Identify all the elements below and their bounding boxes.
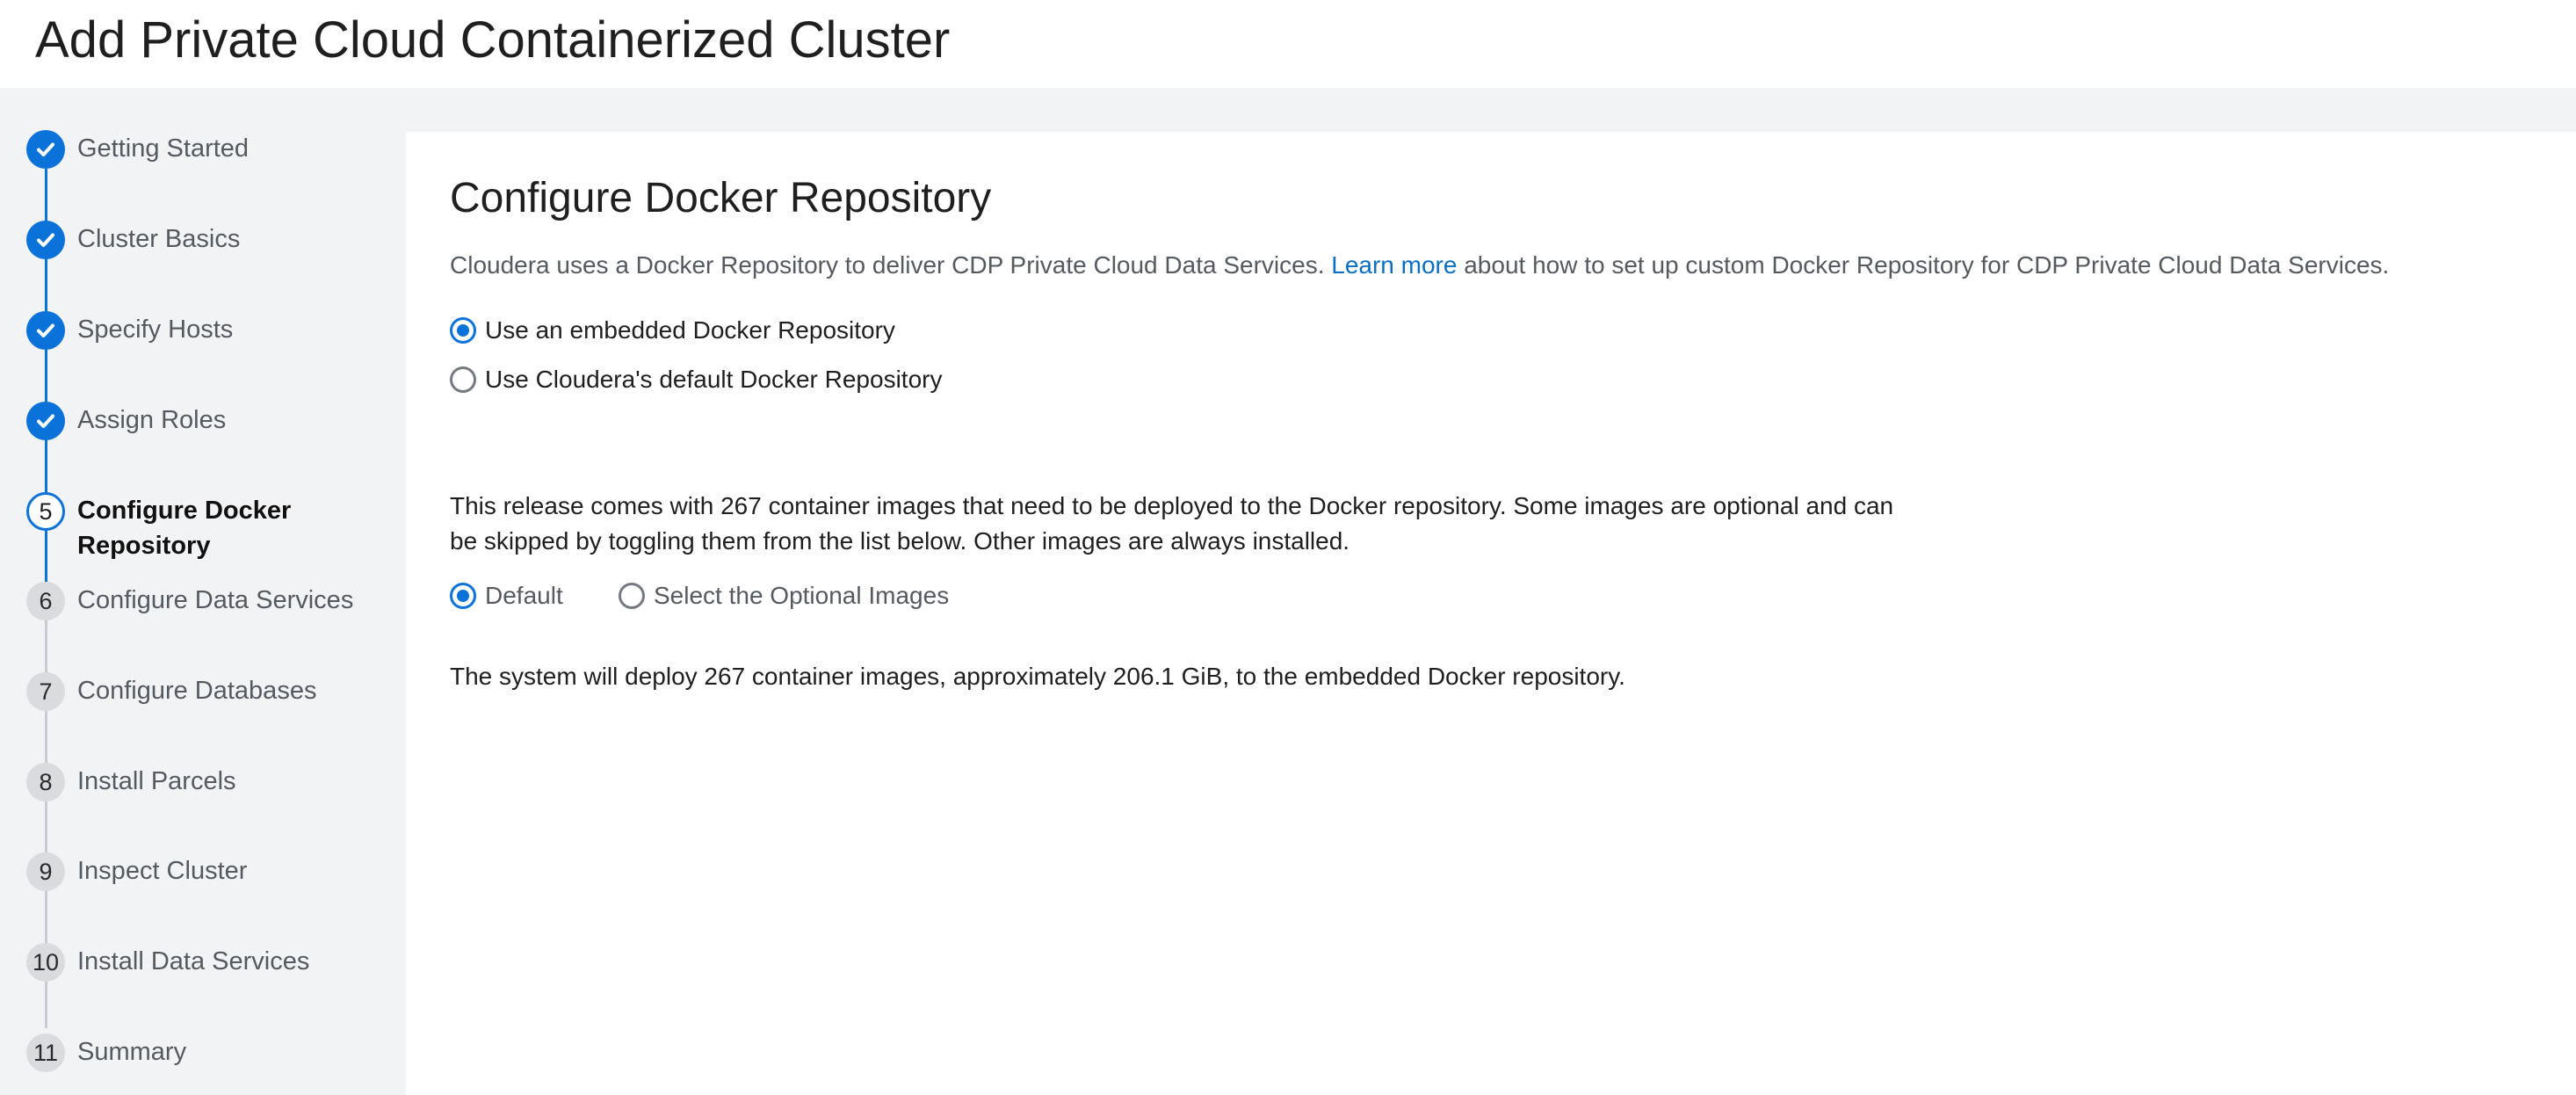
step-configure-data-services: 6 Configure Data Services [26,582,353,620]
section-title: Configure Docker Repository [450,175,992,221]
step-label: Install Data Services [77,947,310,975]
step-label: Configure Data Services [77,586,354,614]
main-panel: Configure Docker Repository Cloudera use… [406,132,2576,1095]
deploy-summary: The system will deploy 267 container ima… [450,663,1625,690]
radio-button-unchecked[interactable] [450,366,476,393]
page-header: Add Private Cloud Containerized Cluster [0,0,2576,88]
radio-label: Select the Optional Images [654,582,950,609]
check-icon [26,221,65,259]
check-icon [26,311,65,350]
radio-label: Use Cloudera's default Docker Repository [485,366,943,393]
step-install-parcels: 8 Install Parcels [26,763,236,801]
step-install-data-services: 10 Install Data Services [26,943,309,982]
check-icon [26,402,65,440]
radio-button-checked[interactable] [450,583,476,609]
step-configure-databases: 7 Configure Databases [26,672,316,711]
step-number: 9 [26,852,65,891]
step-label: Summary [77,1038,187,1066]
step-label: Cluster Basics [77,225,241,253]
step-cluster-basics[interactable]: Cluster Basics [26,221,240,259]
step-label: Inspect Cluster [77,857,248,885]
radio-label: Use an embedded Docker Repository [485,316,895,344]
step-summary: 11 Summary [26,1033,186,1072]
radio-button-checked[interactable] [450,317,476,344]
step-inspect-cluster: 9 Inspect Cluster [26,852,247,891]
check-icon [26,130,65,169]
step-label: Configure Docker Repository [77,497,292,560]
radio-default-images[interactable]: Default [450,582,563,610]
step-label: Configure Databases [77,677,317,705]
radio-label: Default [485,582,563,609]
step-getting-started[interactable]: Getting Started [26,130,249,169]
step-number: 10 [26,943,65,982]
wizard-steps-sidebar: Getting Started Cluster Basics Specify H… [0,88,406,1095]
step-number: 5 [26,492,65,531]
step-label: Getting Started [77,134,250,163]
page-title: Add Private Cloud Containerized Cluster [35,11,951,69]
intro-text: Cloudera uses a Docker Repository to del… [450,251,2389,279]
release-description: This release comes with 267 container im… [450,492,1894,555]
radio-select-optional-images[interactable]: Select the Optional Images [619,582,949,610]
step-label: Assign Roles [77,406,227,434]
radio-embedded-docker-repository[interactable]: Use an embedded Docker Repository [450,316,895,344]
radio-button-unchecked[interactable] [619,583,645,609]
intro-text-after: about how to set up custom Docker Reposi… [1457,251,2390,279]
step-number: 11 [26,1033,65,1072]
step-configure-docker-repository: 5 Configure Docker Repository [26,492,306,560]
step-specify-hosts[interactable]: Specify Hosts [26,311,233,350]
step-label: Install Parcels [77,767,236,795]
step-number: 6 [26,582,65,620]
learn-more-link[interactable]: Learn more [1331,251,1457,279]
intro-text-before: Cloudera uses a Docker Repository to del… [450,251,1332,279]
step-number: 7 [26,672,65,711]
step-label: Specify Hosts [77,315,234,344]
step-assign-roles[interactable]: Assign Roles [26,402,226,440]
radio-cloudera-default-docker-repository[interactable]: Use Cloudera's default Docker Repository [450,366,942,394]
step-number: 8 [26,763,65,801]
